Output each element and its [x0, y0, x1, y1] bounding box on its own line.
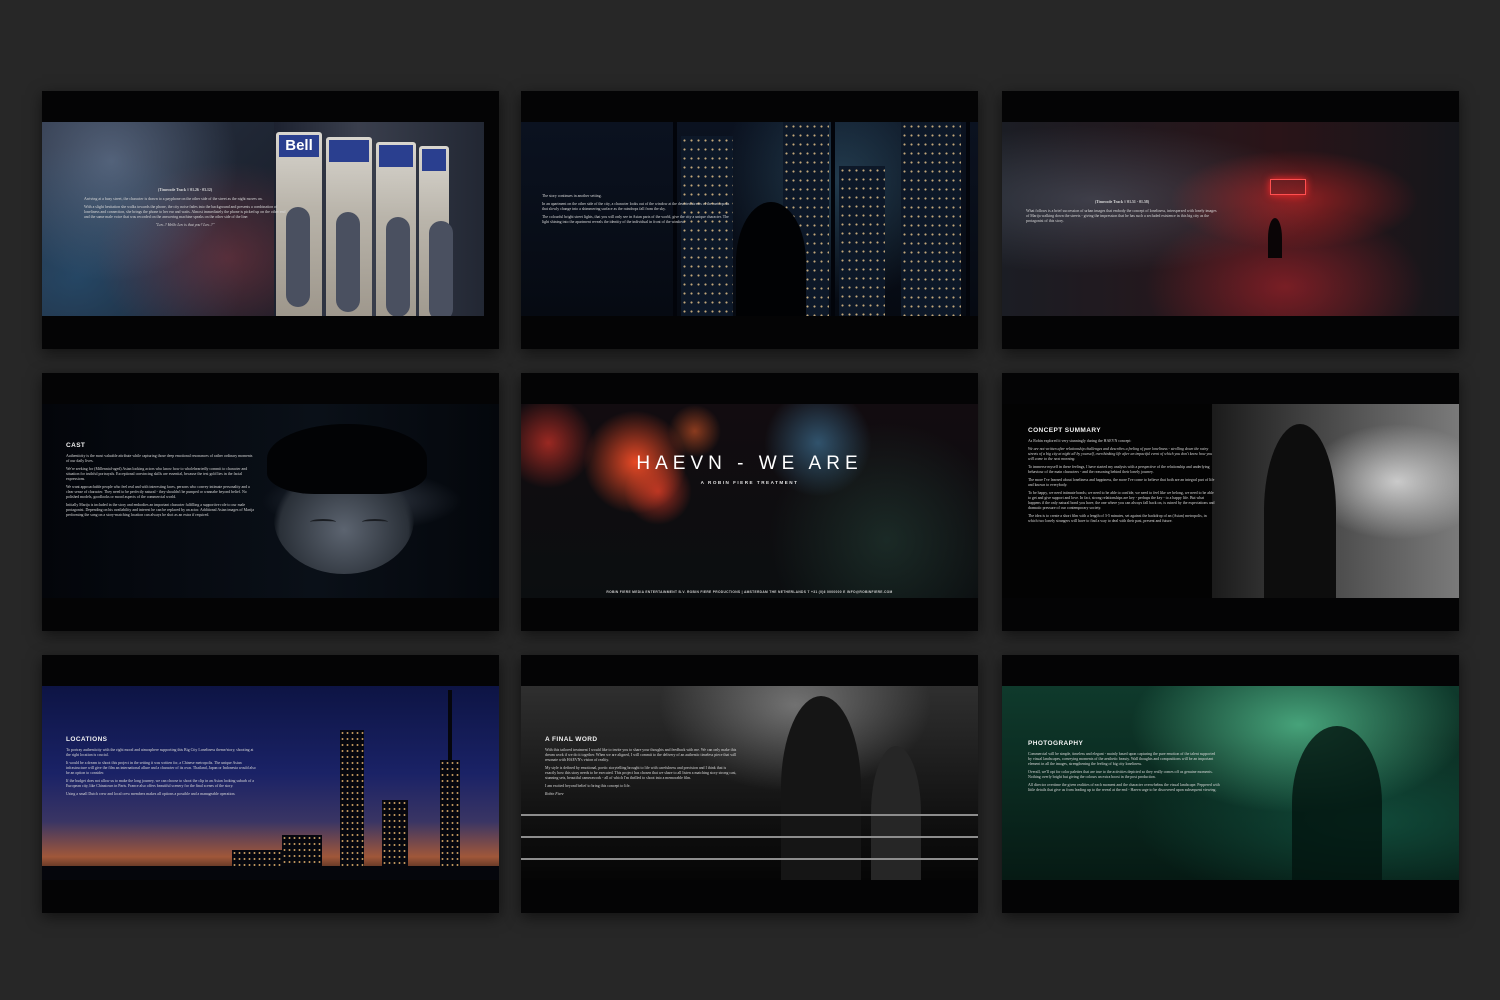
slide-neon-alley[interactable]: (Timecode Track // 01.51 - 01.58) What f…: [1002, 91, 1459, 349]
slide-window[interactable]: The story continues in another setting. …: [521, 91, 978, 349]
paragraph: Using a small Dutch crew and local crew …: [66, 792, 236, 796]
paragraph: If the budget does not allow us to make …: [66, 779, 254, 788]
paragraph: With a slight hesitation she walks towar…: [84, 205, 286, 219]
slide-title[interactable]: HAEVN - WE ARE A ROBIN FIERE TREATMENT R…: [521, 373, 978, 631]
paragraph: Commercial will be simple, timeless and …: [1028, 752, 1216, 766]
paragraph: The colourful bright street lights, that…: [542, 215, 729, 224]
slide-photography[interactable]: PHOTOGRAPHY Commercial will be simple, t…: [1002, 655, 1459, 913]
slide-text: CONCEPT SUMMARY As Robin explored it ver…: [1028, 427, 1216, 527]
signature: Robin Fiere: [545, 792, 564, 796]
paragraph: I am excited beyond belief to bring this…: [545, 784, 631, 788]
paragraph: We want approachable people who feel rea…: [66, 485, 250, 499]
slide-heading: A FINAL WORD: [545, 736, 598, 743]
slide-text: PHOTOGRAPHY Commercial will be simple, t…: [1028, 740, 1220, 796]
slide-text: (Timecode Track // 01.51 - 01.58) What f…: [1026, 200, 1218, 227]
paragraph: Initially Marija is included in the stor…: [66, 503, 254, 517]
slide-heading: LOCATIONS: [66, 736, 108, 743]
paragraph: We're seeking for (Millennial-aged) Asia…: [66, 467, 248, 481]
timecode-caption: (Timecode Track // 01.26 - 03.12): [157, 188, 213, 192]
paragraph: In an apartment on the other side of the…: [542, 202, 730, 211]
paragraph: To be happy, we need intimate bonds; we …: [1028, 491, 1215, 510]
neon-sign: [1270, 179, 1306, 195]
timecode-caption: (Timecode Track // 01.51 - 01.58): [1094, 200, 1150, 204]
paragraph: Overall, we'll opt for color palettes th…: [1028, 770, 1213, 779]
slide-text: CAST Authenticity is the most valuable a…: [66, 442, 256, 521]
paragraph: Arriving at a busy street, the character…: [84, 197, 263, 201]
slide-image: [521, 404, 978, 598]
slide-final-word[interactable]: A FINAL WORD With this tailored treatmen…: [521, 655, 978, 913]
slide-text: LOCATIONS To portray authenticity with t…: [66, 736, 258, 800]
slide-image: The story continues in another setting. …: [521, 122, 978, 316]
bell-logo: Bell: [279, 135, 319, 157]
title: HAEVN - WE ARE: [636, 453, 863, 474]
paragraph: My style is defined by emotional, poetic…: [545, 766, 737, 780]
subtitle: A ROBIN FIERE TREATMENT: [700, 480, 799, 485]
slide-text: (Timecode Track // 01.26 - 03.12) Arrivi…: [84, 188, 286, 231]
paragraph: All director overtime the given realitie…: [1028, 783, 1220, 792]
slide-image: (Timecode Track // 01.51 - 01.58) What f…: [1002, 122, 1459, 316]
paragraph: The story continues in another setting.: [542, 194, 602, 198]
paragraph: To immerse myself in these feelings, I h…: [1028, 465, 1210, 474]
slide-cast[interactable]: CAST Authenticity is the most valuable a…: [42, 373, 499, 631]
paragraph: It would be a dream to shoot this projec…: [66, 761, 256, 775]
paragraph: To portray authenticity with the right m…: [66, 748, 254, 757]
paragraph: The more I've learned about loneliness a…: [1028, 478, 1215, 487]
slide-heading: PHOTOGRAPHY: [1028, 740, 1084, 747]
silhouette: [1264, 424, 1336, 598]
paragraph: We are not written after relationship ch…: [1028, 447, 1213, 461]
bokeh-image: [521, 404, 978, 598]
contact-footer: ROBIN FIERE MEDIA ENTERTAINMENT B.V. ROB…: [606, 590, 893, 594]
slide-heading: CONCEPT SUMMARY: [1028, 427, 1101, 434]
quote: "Lov..? Hello Lov is that you? Lov..?": [155, 223, 215, 227]
slide-image: Bell (Timecode Track // 01.26 - 03.12) A…: [42, 122, 499, 316]
slide-heading: CAST: [66, 442, 86, 449]
payphone-image: Bell: [274, 122, 484, 316]
paragraph: The idea is to create a short film with …: [1028, 514, 1207, 523]
paragraph: What follows is a brief succession of ur…: [1026, 209, 1217, 223]
slide-text: A FINAL WORD With this tailored treatmen…: [545, 736, 737, 797]
slide-locations[interactable]: LOCATIONS To portray authenticity with t…: [42, 655, 499, 913]
silhouette: [736, 202, 806, 316]
slide-text: The story continues in another setting. …: [542, 194, 734, 228]
paragraph: With this tailored treatment I would lik…: [545, 748, 737, 762]
slide-payphone[interactable]: Bell (Timecode Track // 01.26 - 03.12) A…: [42, 91, 499, 349]
slide-concept-summary[interactable]: CONCEPT SUMMARY As Robin explored it ver…: [1002, 373, 1459, 631]
paragraph: As Robin explored it very stunningly dur…: [1028, 439, 1132, 443]
paragraph: Authenticity is the most valuable attrib…: [66, 454, 253, 463]
